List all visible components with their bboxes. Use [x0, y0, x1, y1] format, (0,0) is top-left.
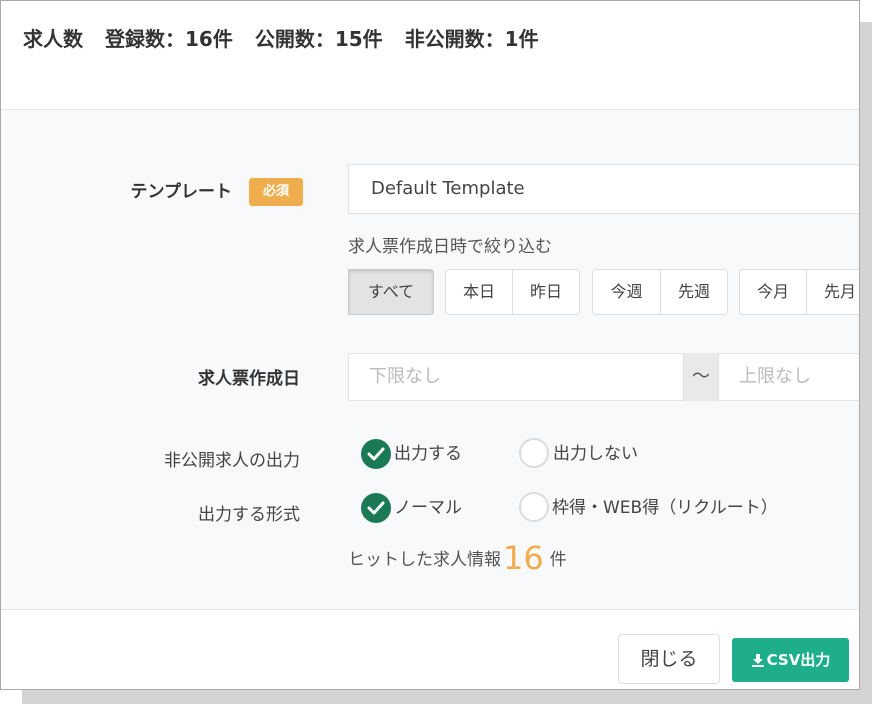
date-range-separator: 〜: [684, 353, 718, 401]
hit-count-text: ヒットした求人情報16 件: [348, 539, 567, 577]
filter-yesterday-button[interactable]: 昨日: [513, 269, 580, 315]
check-icon: [367, 501, 385, 515]
filter-this-week-button[interactable]: 今週: [592, 269, 661, 315]
private-output-yes-radio[interactable]: [361, 439, 391, 469]
private-output-no-label[interactable]: 出力しない: [553, 439, 638, 464]
format-recruit-label[interactable]: 枠得・WEB得（リクルート）: [552, 493, 778, 518]
date-from-input[interactable]: 下限なし: [348, 353, 684, 401]
filter-this-month-button[interactable]: 今月: [739, 269, 807, 315]
unpublished-count: 非公開数：1件: [404, 27, 539, 51]
filter-group-month: 今月 先月: [739, 269, 859, 315]
output-format-label: 出力する形式: [198, 505, 300, 525]
private-output-label: 非公開求人の出力: [164, 451, 300, 471]
registered-count: 登録数：16件: [105, 27, 233, 51]
filter-group-day: 本日 昨日: [445, 269, 580, 315]
job-count-summary: 求人数 登録数：16件 公開数：15件 非公開数：1件: [23, 23, 561, 52]
template-label: テンプレート: [130, 182, 233, 202]
modal-header: 求人数 登録数：16件 公開数：15件 非公開数：1件: [1, 1, 859, 110]
close-button[interactable]: 閉じる: [618, 634, 720, 684]
filter-all-button[interactable]: すべて: [348, 269, 434, 315]
created-date-label: 求人票作成日: [198, 369, 300, 389]
hit-prefix: ヒットした求人情報: [348, 550, 501, 570]
filter-last-month-button[interactable]: 先月: [807, 269, 859, 315]
hit-suffix: 件: [549, 550, 567, 570]
required-badge: 必須: [249, 178, 303, 206]
csv-export-label: CSV出力: [766, 651, 831, 669]
download-icon: [751, 654, 764, 667]
format-normal-radio[interactable]: [361, 493, 391, 523]
date-filter-caption: 求人票作成日時で絞り込む: [348, 237, 552, 257]
format-normal-label[interactable]: ノーマル: [394, 493, 462, 518]
filter-last-week-button[interactable]: 先週: [661, 269, 728, 315]
filter-group-week: 今週 先週: [592, 269, 728, 315]
csv-export-button[interactable]: CSV出力: [732, 638, 849, 682]
modal-footer: [1, 609, 859, 689]
filter-today-button[interactable]: 本日: [445, 269, 513, 315]
format-recruit-radio[interactable]: [519, 492, 549, 522]
date-to-input[interactable]: 上限なし: [718, 353, 859, 401]
private-output-no-radio[interactable]: [519, 438, 549, 468]
template-select[interactable]: Default Template: [348, 164, 859, 214]
filter-group-all: すべて: [348, 269, 434, 315]
check-icon: [367, 447, 385, 461]
published-count: 公開数：15件: [254, 27, 383, 51]
csv-export-modal: 求人数 登録数：16件 公開数：15件 非公開数：1件 テンプレート 必須 Defau…: [0, 0, 860, 690]
hit-count: 16: [503, 539, 544, 577]
job-count-title: 求人数: [23, 27, 83, 51]
private-output-yes-label[interactable]: 出力する: [394, 439, 462, 464]
